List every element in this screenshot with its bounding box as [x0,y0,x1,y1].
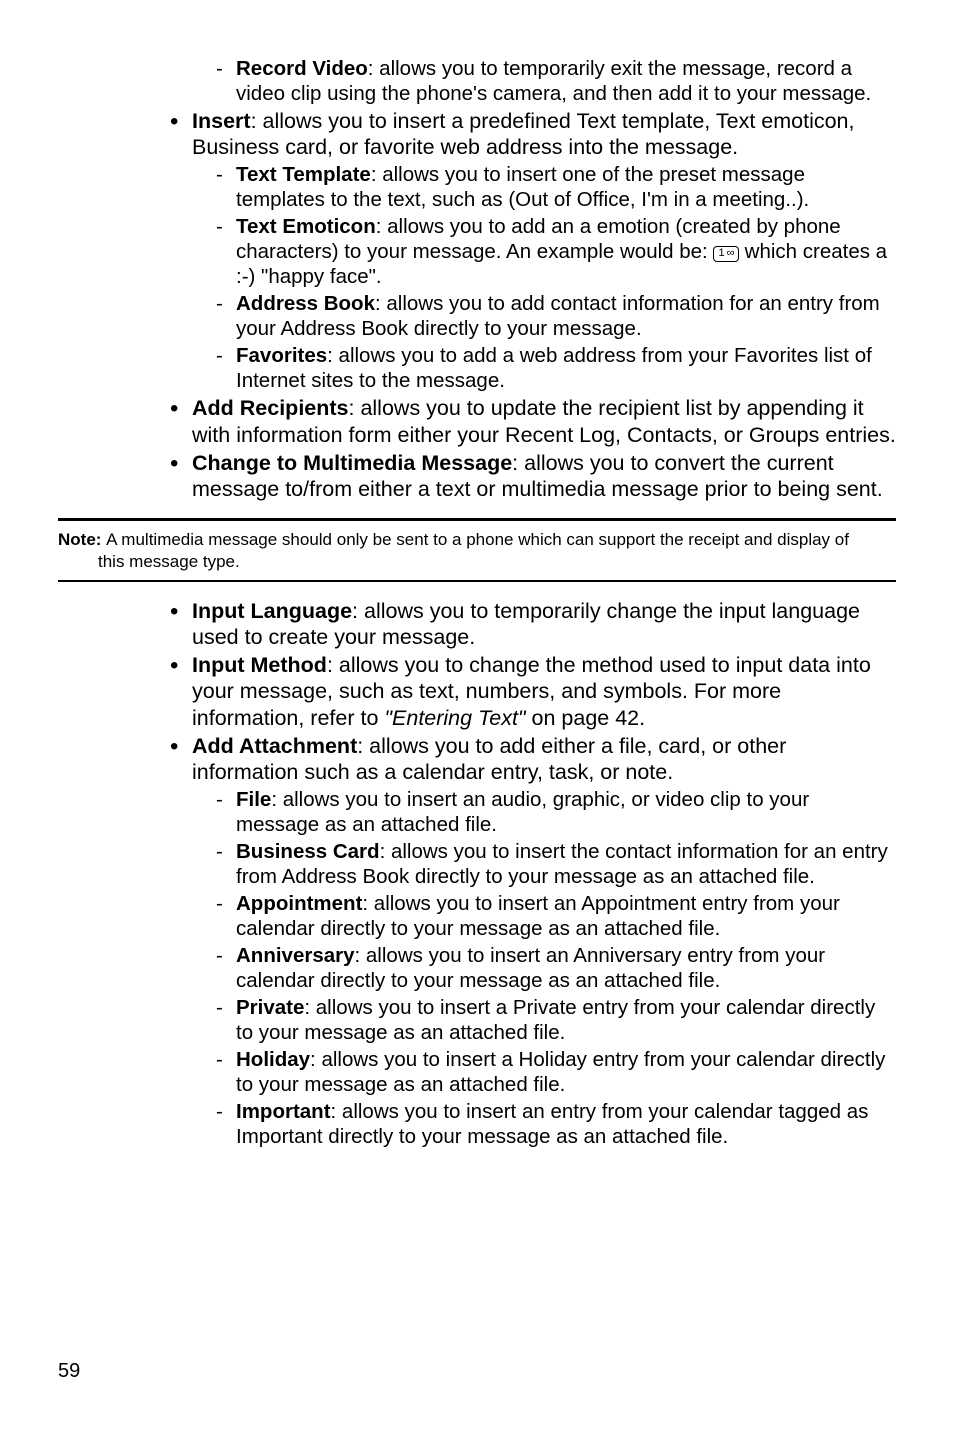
input-method-text2: on page 42. [532,706,646,730]
input-language-label: Input Language [192,599,352,623]
text-template-label: Text Template [236,163,371,186]
holiday-text: : allows you to insert a Holiday entry f… [236,1048,885,1096]
input-method-italic: "Entering Text" [384,706,531,730]
private-text: : allows you to insert a Private entry f… [236,996,875,1044]
holiday-item: Holiday: allows you to insert a Holiday … [216,1047,896,1097]
input-language-item: Input Language: allows you to temporaril… [170,598,896,650]
appointment-label: Appointment [236,892,362,915]
appointment-item: Appointment: allows you to insert an App… [216,891,896,941]
insert-text: : allows you to insert a predefined Text… [192,109,854,159]
page-number: 59 [58,1359,80,1383]
input-method-item: Input Method: allows you to change the m… [170,652,896,731]
add-attachment-label: Add Attachment [192,734,357,758]
address-book-item: Address Book: allows you to add contact … [216,291,896,341]
file-text: : allows you to insert an audio, graphic… [236,788,809,836]
anniversary-label: Anniversary [236,944,355,967]
text-emoticon-label: Text Emoticon [236,215,376,238]
record-video-label: Record Video [236,57,368,80]
favorites-item: Favorites: allows you to add a web addre… [216,343,896,393]
add-recipients-item: Add Recipients: allows you to update the… [170,395,896,447]
text-template-item: Text Template: allows you to insert one … [216,162,896,212]
file-label: File [236,788,271,811]
input-method-label: Input Method [192,653,327,677]
text-emoticon-item: Text Emoticon: allows you to add an a em… [216,214,896,289]
holiday-label: Holiday [236,1048,310,1071]
add-attachment-item: Add Attachment: allows you to add either… [170,733,896,1149]
favorites-label: Favorites [236,344,327,367]
note-line2: this message type. [58,551,896,572]
file-item: File: allows you to insert an audio, gra… [216,787,896,837]
anniversary-item: Anniversary: allows you to insert an Ann… [216,943,896,993]
business-card-item: Business Card: allows you to insert the … [216,839,896,889]
insert-label: Insert [192,109,251,133]
phone-key-icon: 1 ∞ [713,246,739,261]
private-item: Private: allows you to insert a Private … [216,995,896,1045]
note-block: Note: A multimedia message should only b… [58,518,896,582]
record-video-item: Record Video: allows you to temporarily … [216,56,896,106]
favorites-text: : allows you to add a web address from y… [236,344,872,392]
change-multimedia-label: Change to Multimedia Message [192,451,512,475]
important-text: : allows you to insert an entry from you… [236,1100,868,1148]
insert-item: Insert: allows you to insert a predefine… [170,108,896,393]
note-prefix: Note: [58,530,106,549]
change-multimedia-item: Change to Multimedia Message: allows you… [170,450,896,502]
business-card-label: Business Card [236,840,380,863]
important-item: Important: allows you to insert an entry… [216,1099,896,1149]
add-recipients-label: Add Recipients [192,396,349,420]
private-label: Private [236,996,304,1019]
important-label: Important [236,1100,331,1123]
note-line1: A multimedia message should only be sent… [106,530,849,549]
address-book-label: Address Book [236,292,375,315]
